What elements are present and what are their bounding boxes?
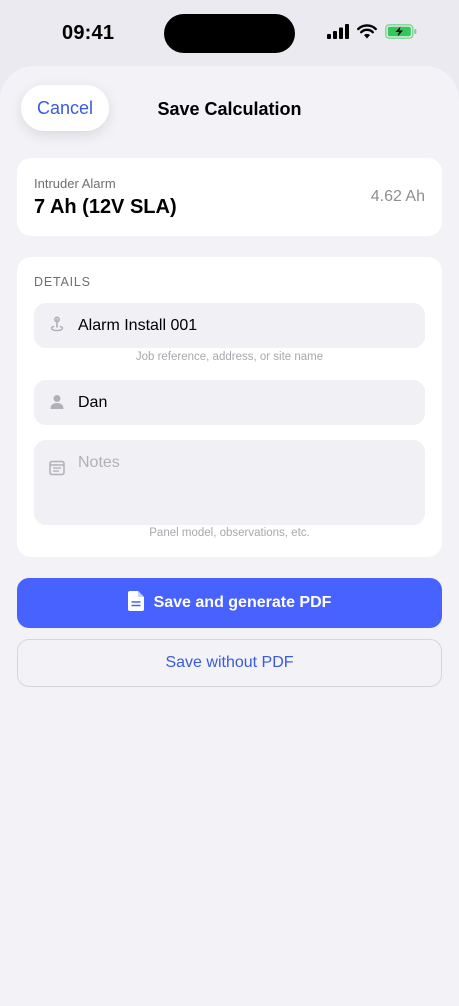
note-icon [48,459,66,477]
save-calculation-sheet: Cancel Save Calculation Intruder Alarm 7… [0,66,459,1006]
notes-placeholder: Notes [78,454,120,471]
engineer-name-value: Dan [78,394,108,411]
notes-field[interactable]: Notes [34,440,425,525]
document-icon [127,590,144,616]
engineer-name-field[interactable]: Dan [34,380,425,425]
calculation-summary-card: Intruder Alarm 7 Ah (12V SLA) 4.62 Ah [17,158,442,236]
status-bar: 09:41 [0,0,459,66]
status-time: 09:41 [62,22,115,44]
wifi-icon [357,24,377,39]
summary-amount: 4.62 Ah [370,188,425,205]
notes-hint: Panel model, observations, etc. [149,527,310,539]
site-name-field[interactable]: Alarm Install 001 [34,303,425,348]
site-name-value: Alarm Install 001 [78,317,198,334]
details-section-header: DETAILS [34,275,91,289]
nav-bar: Cancel Save Calculation [0,66,459,152]
save-without-pdf-button[interactable]: Save without PDF [17,639,442,687]
page-title: Save Calculation [157,99,302,119]
person-icon [48,393,66,411]
cellular-signal-icon [327,24,349,39]
save-and-generate-pdf-button[interactable]: Save and generate PDF [17,578,442,628]
location-pin-icon [48,316,66,334]
dynamic-island [164,14,295,53]
summary-label: Intruder Alarm [34,176,116,191]
site-name-hint: Job reference, address, or site name [135,351,324,363]
battery-charging-icon [385,24,417,39]
details-card: DETAILS Alarm Install 001 Job reference,… [17,257,442,557]
summary-value: 7 Ah (12V SLA) [34,196,177,218]
status-icons [327,24,417,39]
save-and-generate-pdf-label: Save and generate PDF [153,594,332,611]
